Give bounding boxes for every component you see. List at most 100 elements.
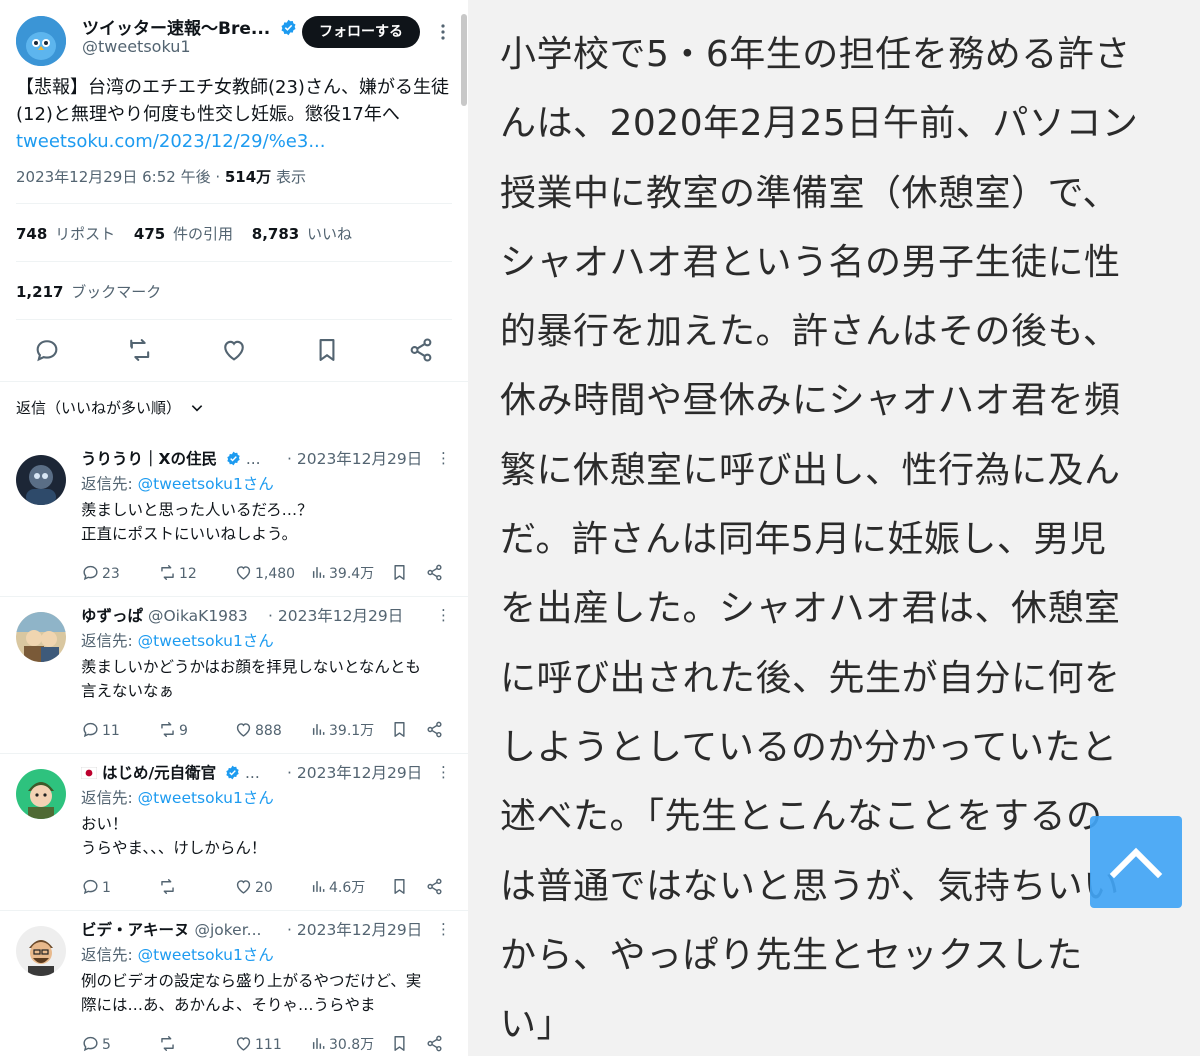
reply-avatar[interactable]	[16, 455, 66, 505]
views-icon	[312, 1038, 325, 1049]
repost-count[interactable]	[158, 877, 179, 896]
share-icon[interactable]	[425, 720, 444, 739]
like-count[interactable]: 1,480	[234, 563, 295, 582]
bookmark-icon[interactable]	[390, 877, 409, 896]
chevron-up-icon	[1109, 847, 1163, 879]
reply-to: 返信先: @tweetsoku1さん	[81, 475, 274, 493]
tweet-timestamp[interactable]: 2023年12月29日 6:52 午後 ·	[16, 168, 225, 186]
author-handle[interactable]: @tweetsoku1	[82, 37, 191, 56]
reply-author-handle[interactable]: @OikaK1983	[143, 607, 248, 625]
tweet-stats: 748 リポスト 475 件の引用 8,783 いいね	[16, 223, 366, 244]
reply-header: ゆずっぱ @OikaK1983 · 2023年12月29日	[81, 604, 453, 626]
reply-to-link[interactable]: @tweetsoku1さん	[138, 475, 274, 493]
reply-to-link[interactable]: @tweetsoku1さん	[138, 946, 274, 964]
view-count[interactable]: 39.1万	[311, 720, 374, 740]
reposts-stat[interactable]: 748 リポスト	[16, 225, 115, 243]
repost-icon	[161, 879, 174, 894]
reply-count[interactable]: 11	[81, 720, 120, 739]
chevron-down-icon	[191, 405, 203, 412]
verified-badge-icon	[226, 765, 239, 780]
share-icon[interactable]	[425, 1034, 444, 1053]
repost-icon	[161, 722, 174, 737]
reply-avatar[interactable]	[16, 926, 66, 976]
view-count[interactable]: 4.6万	[311, 877, 365, 897]
like-count[interactable]: 20	[234, 877, 273, 896]
reply-actions: 23 12 1,480 39.4万	[81, 563, 453, 585]
reply-sort-dropdown[interactable]: 返信（いいねが多い順）	[16, 397, 205, 418]
reply-count[interactable]: 23	[81, 563, 120, 582]
like-count[interactable]: 888	[234, 720, 282, 739]
reply-count[interactable]: 1	[81, 877, 111, 896]
view-count[interactable]: 30.8万	[311, 1034, 374, 1054]
repost-count[interactable]: 9	[158, 720, 188, 739]
reply-avatar[interactable]	[16, 769, 66, 819]
like-icon[interactable]	[220, 336, 248, 364]
tweet-link[interactable]: tweetsoku.com/2023/12/29/%e3...	[16, 131, 326, 152]
repost-icon	[161, 565, 174, 580]
bookmark-icon[interactable]	[390, 563, 409, 582]
like-icon	[236, 880, 251, 894]
reply-header: はじめ/元自衛官 ... · 2023年12月29日	[80, 761, 453, 783]
views-icon	[312, 567, 325, 578]
reply-to: 返信先: @tweetsoku1さん	[81, 946, 274, 964]
author-avatar[interactable]	[16, 16, 66, 66]
reply-date[interactable]: · 2023年12月29日	[284, 918, 423, 940]
reply-author-name[interactable]: ゆずっぱ	[81, 607, 143, 625]
more-icon[interactable]	[436, 24, 450, 42]
divider	[16, 203, 452, 204]
reply-actions: 5 111 30.8万	[81, 1034, 453, 1056]
like-icon	[236, 1037, 251, 1051]
reply-icon[interactable]	[33, 336, 61, 364]
article-line: は普通ではないと思うが、気持ちいい	[500, 865, 1120, 907]
bookmark-icon[interactable]	[313, 336, 341, 364]
share-icon[interactable]	[425, 877, 444, 896]
reply-date[interactable]: · 2023年12月29日	[284, 447, 423, 469]
scrollbar[interactable]	[461, 14, 467, 106]
reply-text: おい！ うらやま、、、けしからん！	[81, 815, 267, 857]
more-icon[interactable]: ⋮	[436, 763, 451, 781]
scroll-to-top-button[interactable]	[1090, 816, 1182, 908]
reply-date[interactable]: · 2023年12月29日	[265, 604, 404, 626]
article-text: 小学校で5・6年生の担任を務める許さ んは、2020年2月25日午前、パソコン …	[500, 20, 1180, 1059]
reply-author-handle[interactable]: ...	[241, 450, 261, 468]
bookmarks-stat[interactable]: 1,217 ブックマーク	[16, 281, 161, 302]
divider	[16, 261, 452, 262]
reply-to-link[interactable]: @tweetsoku1さん	[138, 789, 274, 807]
reply-text: 羨ましいと思った人いるだろ…？ 正直にポストにいいねしよう。	[81, 501, 313, 543]
share-icon[interactable]	[425, 563, 444, 582]
repost-icon	[161, 1036, 174, 1051]
follow-button[interactable]: フォローする	[302, 16, 420, 48]
author-name[interactable]: ツイッター速報〜Bre...	[82, 14, 297, 39]
quotes-stat[interactable]: 475 件の引用	[134, 225, 233, 243]
repost-icon[interactable]	[126, 336, 154, 364]
article-line: 述べた。「先生とこんなことをするの	[500, 796, 1103, 838]
reply-author-name[interactable]: はじめ/元自衛官	[102, 764, 216, 782]
bookmark-icon[interactable]	[390, 1034, 409, 1053]
reply-avatar[interactable]	[16, 612, 66, 662]
reply-count[interactable]: 5	[81, 1034, 111, 1053]
reply-to-link[interactable]: @tweetsoku1さん	[138, 632, 274, 650]
reply-date[interactable]: · 2023年12月29日	[284, 761, 423, 783]
more-icon[interactable]: ⋮	[436, 606, 451, 624]
repost-count[interactable]	[158, 1034, 179, 1053]
reply-icon	[83, 565, 98, 581]
reply-author-handle[interactable]: ...	[240, 764, 260, 782]
reply-author-handle[interactable]: @joker...	[190, 921, 261, 939]
reply-icon	[83, 722, 98, 738]
more-icon[interactable]: ⋮	[436, 920, 451, 938]
bookmark-icon[interactable]	[390, 720, 409, 739]
more-icon[interactable]: ⋮	[436, 449, 451, 467]
like-icon	[236, 723, 251, 737]
share-icon[interactable]	[407, 336, 435, 364]
likes-stat[interactable]: 8,783 いいね	[252, 225, 352, 243]
divider	[16, 319, 452, 320]
article-line: シャオハオ君という名の男子生徒に性	[500, 241, 1121, 283]
divider	[0, 910, 468, 911]
reply-header: ビデ・アキーヌ @joker... · 2023年12月29日	[81, 918, 453, 940]
reply-author-name[interactable]: うりうり｜Xの住民	[81, 450, 217, 468]
reply-to: 返信先: @tweetsoku1さん	[81, 789, 274, 807]
reply-author-name[interactable]: ビデ・アキーヌ	[81, 921, 190, 939]
repost-count[interactable]: 12	[158, 563, 197, 582]
like-count[interactable]: 111	[234, 1034, 282, 1053]
view-count[interactable]: 39.4万	[311, 563, 374, 583]
